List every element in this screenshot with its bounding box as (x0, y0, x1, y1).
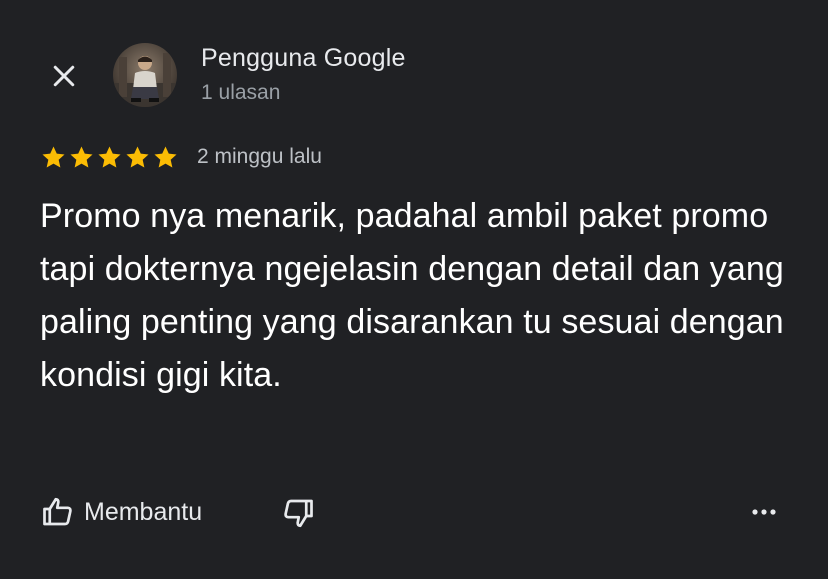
close-icon (53, 65, 75, 87)
star-rating (40, 144, 179, 171)
star-icon (126, 145, 149, 168)
not-helpful-button[interactable] (278, 493, 318, 533)
avatar-photo (113, 43, 177, 107)
thumbs-up-icon (43, 497, 72, 526)
review-date: 2 minggu lalu (197, 145, 322, 168)
review-card: Pengguna Google 1 ulasan 2 minggu lalu P… (0, 0, 828, 579)
avatar[interactable] (113, 43, 177, 107)
helpful-button[interactable]: Membantu (40, 492, 202, 532)
more-options-button[interactable] (744, 492, 784, 532)
author-name[interactable]: Pengguna Google (201, 44, 406, 73)
more-horizontal-icon (752, 509, 776, 515)
star-icon (70, 145, 93, 168)
thumbs-down-icon (284, 499, 313, 528)
close-button[interactable] (40, 52, 88, 100)
star-icon (42, 145, 65, 168)
helpful-label: Membantu (84, 497, 203, 526)
rating-row: 2 minggu lalu (40, 143, 322, 171)
star-icon (154, 145, 177, 168)
author-review-count: 1 ulasan (201, 81, 281, 104)
review-text: Promo nya menarik, padahal ambil paket p… (40, 197, 784, 394)
star-icon (98, 145, 121, 168)
